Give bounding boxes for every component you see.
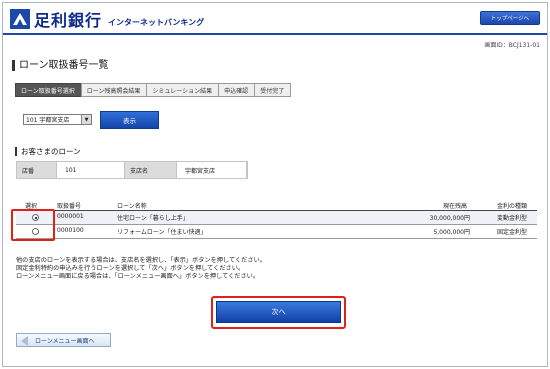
- progress-steps: ローン取扱番号選択 ローン残高照会結果 シミュレーション結果 申込確認 受付完了: [15, 83, 292, 97]
- bank-name: 足利銀行: [34, 11, 103, 30]
- instructions: 他の支店のローンを表示する場合は、支店名を選択し、「表示」ボタンを押してください…: [16, 257, 266, 282]
- chevron-down-icon[interactable]: ▼: [81, 115, 91, 124]
- loan-rate-type: 変動金利型: [497, 215, 528, 222]
- bank-logo: 足利銀行 インターネットバンキング: [10, 7, 204, 31]
- step-application-confirm: 申込確認: [218, 83, 256, 97]
- store-value: 101: [57, 162, 125, 178]
- show-button[interactable]: 表示: [100, 111, 159, 129]
- branch-info-table: 店番 101 支店名 宇都宮支店: [16, 161, 248, 179]
- header-rate-type: 金利の種類: [497, 203, 528, 210]
- top-page-button[interactable]: トップページへ: [480, 11, 540, 25]
- loan-name: 住宅ローン「暮らし上手」: [117, 215, 189, 222]
- branch-select[interactable]: 101 宇都宮支店 ▼: [23, 114, 92, 125]
- loan-number: 0000001: [57, 213, 84, 220]
- bank-logo-icon: [10, 9, 30, 29]
- store-label: 店番: [17, 162, 57, 178]
- header-number: 取扱番号: [57, 203, 82, 210]
- table-row: 0000100 リフォームローン「住まい快適」 5,000,000円 固定金利型: [16, 225, 537, 239]
- chevron-left-icon: [21, 336, 28, 346]
- header-loan-name: ローン名称: [117, 203, 147, 210]
- loan-menu-back-button[interactable]: ローンメニュー画面へ: [16, 333, 111, 347]
- step-simulation-result: シミュレーション結果: [146, 83, 220, 97]
- header: 足利銀行 インターネットバンキング トップページへ: [3, 3, 547, 33]
- note-line: 他の支店のローンを表示する場合は、支店名を選択し、「表示」ボタンを押してください…: [16, 257, 266, 264]
- loan-rate-type: 固定金利型: [497, 229, 528, 236]
- loan-number: 0000100: [57, 227, 84, 234]
- step-loan-select: ローン取扱番号選択: [15, 83, 82, 97]
- step-complete: 受付完了: [254, 83, 292, 97]
- loan-balance: 5,000,000円: [433, 229, 470, 236]
- service-name: インターネットバンキング: [108, 17, 205, 27]
- loan-table-header: 選択 取扱番号 ローン名称 現在残高 金利の種類: [16, 199, 537, 210]
- loan-name: リフォームローン「住まい快適」: [117, 229, 207, 236]
- main-window: 足利銀行 インターネットバンキング トップページへ 画面ID：BCJ131-01…: [2, 2, 548, 367]
- branch-select-value: 101 宇都宮支店: [26, 117, 70, 124]
- step-balance-result: ローン残高照会結果: [80, 83, 148, 97]
- section-title: お客さまのローン: [15, 147, 81, 156]
- branch-label: 支店名: [125, 162, 177, 178]
- loan-balance: 30,000,000円: [429, 215, 470, 222]
- header-divider: [3, 33, 547, 35]
- screen-id: 画面ID：BCJ131-01: [484, 42, 540, 49]
- branch-value: 宇都宮支店: [177, 162, 247, 178]
- next-button[interactable]: 次へ: [216, 301, 341, 323]
- note-line: ローンメニュー画面に戻る場合は、「ローンメニュー画面へ」ボタンを押してください。: [16, 273, 260, 281]
- table-row: 0000001 住宅ローン「暮らし上手」 30,000,000円 変動金利型: [16, 211, 537, 225]
- radio-highlight-box: [11, 209, 55, 241]
- page-title: ローン取扱番号一覧: [12, 60, 109, 71]
- header-balance: 現在残高: [443, 203, 468, 210]
- back-button-label: ローンメニュー画面へ: [35, 337, 95, 345]
